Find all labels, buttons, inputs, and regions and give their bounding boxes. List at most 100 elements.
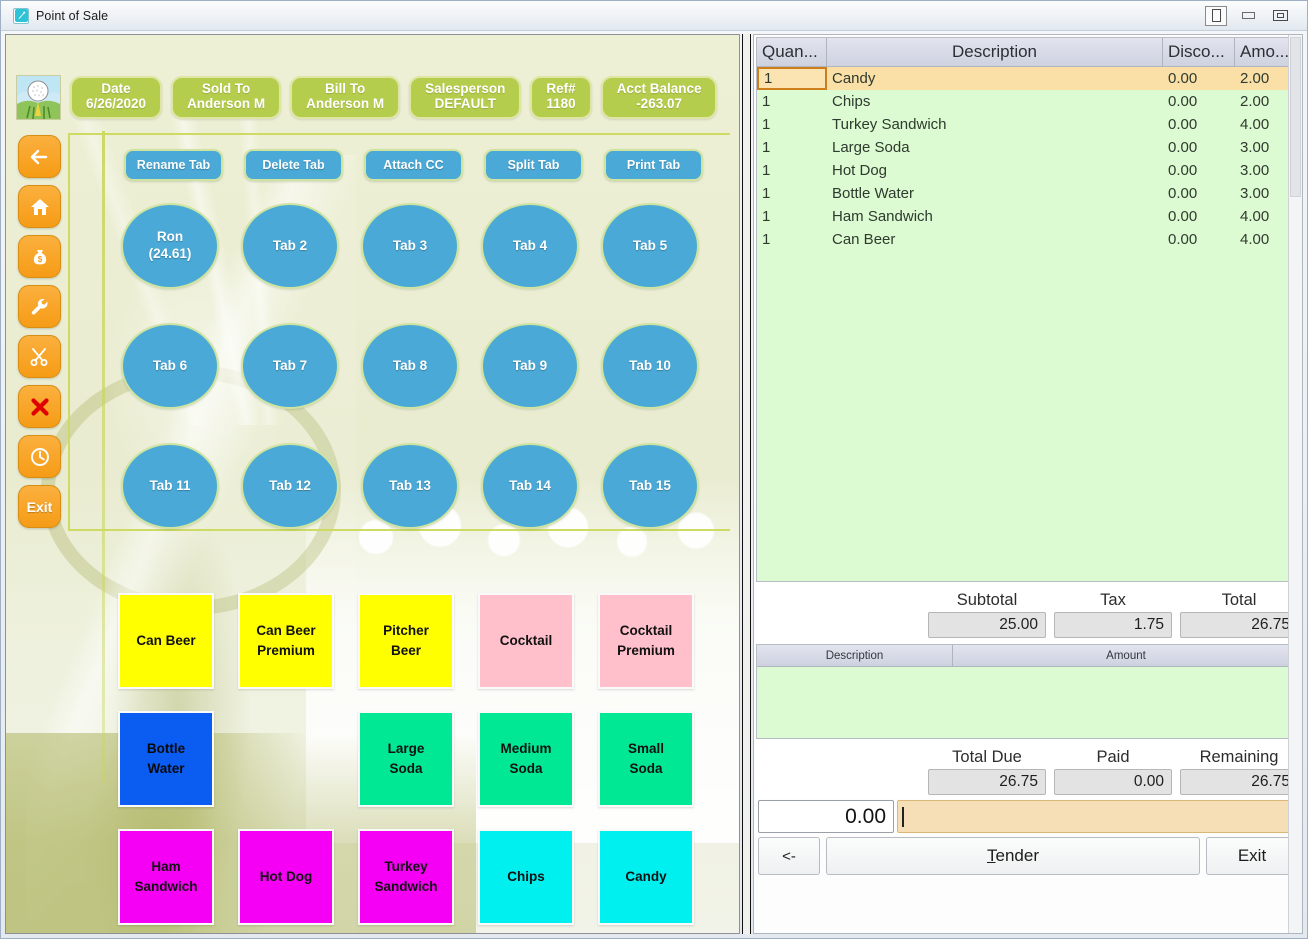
- cell-quantity: 1: [762, 93, 771, 110]
- button-label: Delete Tab: [262, 158, 325, 172]
- tab-actions-row: Rename Tab Delete Tab Attach CC Split Ta…: [124, 149, 703, 181]
- column-header-payment-description[interactable]: Description: [757, 645, 953, 666]
- totals-strip: Subtotal 25.00 Tax 1.75 Total 26.75: [756, 582, 1300, 644]
- column-header-payment-amount[interactable]: Amount: [953, 645, 1299, 666]
- minimize-button[interactable]: [1237, 6, 1259, 26]
- product-label-line1: Can Beer: [136, 633, 196, 649]
- tender-button[interactable]: Tender: [826, 837, 1200, 875]
- scrollbar-thumb[interactable]: [1290, 37, 1301, 197]
- restore-button[interactable]: [1205, 5, 1227, 26]
- tab-button[interactable]: Tab 3: [361, 203, 459, 289]
- button-label: Split Tab: [507, 158, 560, 172]
- tab-button[interactable]: Tab 2: [241, 203, 339, 289]
- cell-description: Hot Dog: [832, 162, 888, 179]
- split-tab-button[interactable]: Split Tab: [484, 149, 583, 181]
- tab-button[interactable]: Tab 5: [601, 203, 699, 289]
- header-chip-date[interactable]: Date 6/26/2020: [70, 75, 163, 119]
- print-tab-button[interactable]: Print Tab: [604, 149, 703, 181]
- back-button[interactable]: <-: [758, 837, 820, 875]
- product-button-ham-sandwich[interactable]: Ham Sandwich: [118, 829, 214, 925]
- product-button-can-beer-premium[interactable]: Can Beer Premium: [238, 593, 334, 689]
- tab-button[interactable]: Tab 8: [361, 323, 459, 409]
- tab-button[interactable]: Tab 14: [481, 443, 579, 529]
- tab-button[interactable]: Tab 10: [601, 323, 699, 409]
- header-chip-sold-to[interactable]: Sold To Anderson M: [171, 75, 282, 119]
- payments-header-row: Description Amount: [757, 645, 1299, 667]
- tab-button[interactable]: Tab 6: [121, 323, 219, 409]
- paid-group: Paid 0.00: [1054, 748, 1172, 795]
- table-row[interactable]: 1 Can Beer 0.00 4.00: [757, 228, 1299, 251]
- product-button-can-beer[interactable]: Can Beer: [118, 593, 214, 689]
- tab-button[interactable]: Tab 11: [121, 443, 219, 529]
- cell-description: Ham Sandwich: [832, 208, 933, 225]
- payments-empty-area: [757, 667, 1299, 738]
- tab-button[interactable]: Tab 13: [361, 443, 459, 529]
- home-button[interactable]: [18, 185, 61, 228]
- table-row[interactable]: 1 Hot Dog 0.00 3.00: [757, 159, 1299, 182]
- table-row[interactable]: 1 Ham Sandwich 0.00 4.00: [757, 205, 1299, 228]
- back-arrow-button[interactable]: [18, 135, 61, 178]
- chip-label: Bill To: [324, 81, 366, 97]
- column-header-quantity[interactable]: Quan...: [757, 38, 827, 66]
- tab-button[interactable]: Tab 12: [241, 443, 339, 529]
- exit-button[interactable]: Exit: [1206, 837, 1298, 875]
- tab-button[interactable]: Ron (24.61): [121, 203, 219, 289]
- column-header-discount[interactable]: Disco...: [1163, 38, 1235, 66]
- chip-label: Ref#: [546, 81, 576, 97]
- product-button-hot-dog[interactable]: Hot Dog: [238, 829, 334, 925]
- product-button-turkey-sandwich[interactable]: Turkey Sandwich: [358, 829, 454, 925]
- header-chip-acct-balance[interactable]: Acct Balance -263.07: [600, 75, 718, 119]
- tools-button[interactable]: [18, 285, 61, 328]
- product-button-cocktail-premium[interactable]: Cocktail Premium: [598, 593, 694, 689]
- exit-rail-label: Exit: [26, 498, 53, 515]
- scissors-icon: [30, 347, 47, 366]
- product-label-line1: Cocktail: [499, 633, 553, 649]
- rename-tab-button[interactable]: Rename Tab: [124, 149, 223, 181]
- product-button-chips[interactable]: Chips: [478, 829, 574, 925]
- header-chip-salesperson[interactable]: Salesperson DEFAULT: [409, 75, 522, 119]
- tab-grid: Ron (24.61) Tab 2 Tab 3 Tab 4 Tab 5 Tab 6…: [121, 203, 721, 529]
- product-button-medium-soda[interactable]: Medium Soda: [478, 711, 574, 807]
- void-line-button[interactable]: [18, 335, 61, 378]
- product-button-large-soda[interactable]: Large Soda: [358, 711, 454, 807]
- history-button[interactable]: [18, 435, 61, 478]
- product-grid: Can Beer Can Beer Premium Pitcher Beer Coc…: [118, 593, 718, 925]
- order-items-table[interactable]: Quan... Description Disco... Amo... 1 Ca…: [756, 37, 1300, 582]
- cancel-button[interactable]: [18, 385, 61, 428]
- maximize-button[interactable]: [1269, 6, 1291, 26]
- cash-button[interactable]: $: [18, 235, 61, 278]
- product-label-line1: Large: [387, 741, 425, 757]
- tab-label-line1: Tab 5: [632, 237, 668, 253]
- product-button-cocktail[interactable]: Cocktail: [478, 593, 574, 689]
- amount-input-value: 0.00: [845, 804, 886, 828]
- product-button-candy[interactable]: Candy: [598, 829, 694, 925]
- column-header-description[interactable]: Description: [827, 38, 1163, 66]
- tab-button[interactable]: Tab 7: [241, 323, 339, 409]
- header-chip-ref[interactable]: Ref# 1180: [530, 75, 592, 119]
- table-row[interactable]: 1 Turkey Sandwich 0.00 4.00: [757, 113, 1299, 136]
- attach-cc-button[interactable]: Attach CC: [364, 149, 463, 181]
- amount-input[interactable]: 0.00: [758, 800, 894, 833]
- tab-button[interactable]: Tab 9: [481, 323, 579, 409]
- product-button-small-soda[interactable]: Small Soda: [598, 711, 694, 807]
- note-input[interactable]: [897, 800, 1298, 833]
- table-row[interactable]: 1 Chips 0.00 2.00: [757, 90, 1299, 113]
- exit-rail-button[interactable]: Exit: [18, 485, 61, 528]
- table-row[interactable]: 1 Bottle Water 0.00 3.00: [757, 182, 1299, 205]
- panel-splitter[interactable]: [742, 34, 751, 934]
- product-button-bottle-water[interactable]: Bottle Water: [118, 711, 214, 807]
- wrench-icon: [31, 298, 47, 315]
- tab-button[interactable]: Tab 15: [601, 443, 699, 529]
- tab-label-line1: Tab 3: [392, 237, 428, 253]
- product-button-pitcher-beer[interactable]: Pitcher Beer: [358, 593, 454, 689]
- vertical-scrollbar[interactable]: [1288, 35, 1302, 933]
- delete-tab-button[interactable]: Delete Tab: [244, 149, 343, 181]
- header-chip-bill-to[interactable]: Bill To Anderson M: [290, 75, 401, 119]
- tab-label-line1: Tab 11: [149, 477, 191, 493]
- payments-table[interactable]: Description Amount: [756, 644, 1300, 739]
- table-row[interactable]: 1 Candy 0.00 2.00: [757, 67, 1299, 90]
- cell-quantity: 1: [762, 231, 771, 248]
- chip-value: Anderson M: [187, 96, 266, 111]
- tab-button[interactable]: Tab 4: [481, 203, 579, 289]
- table-row[interactable]: 1 Large Soda 0.00 3.00: [757, 136, 1299, 159]
